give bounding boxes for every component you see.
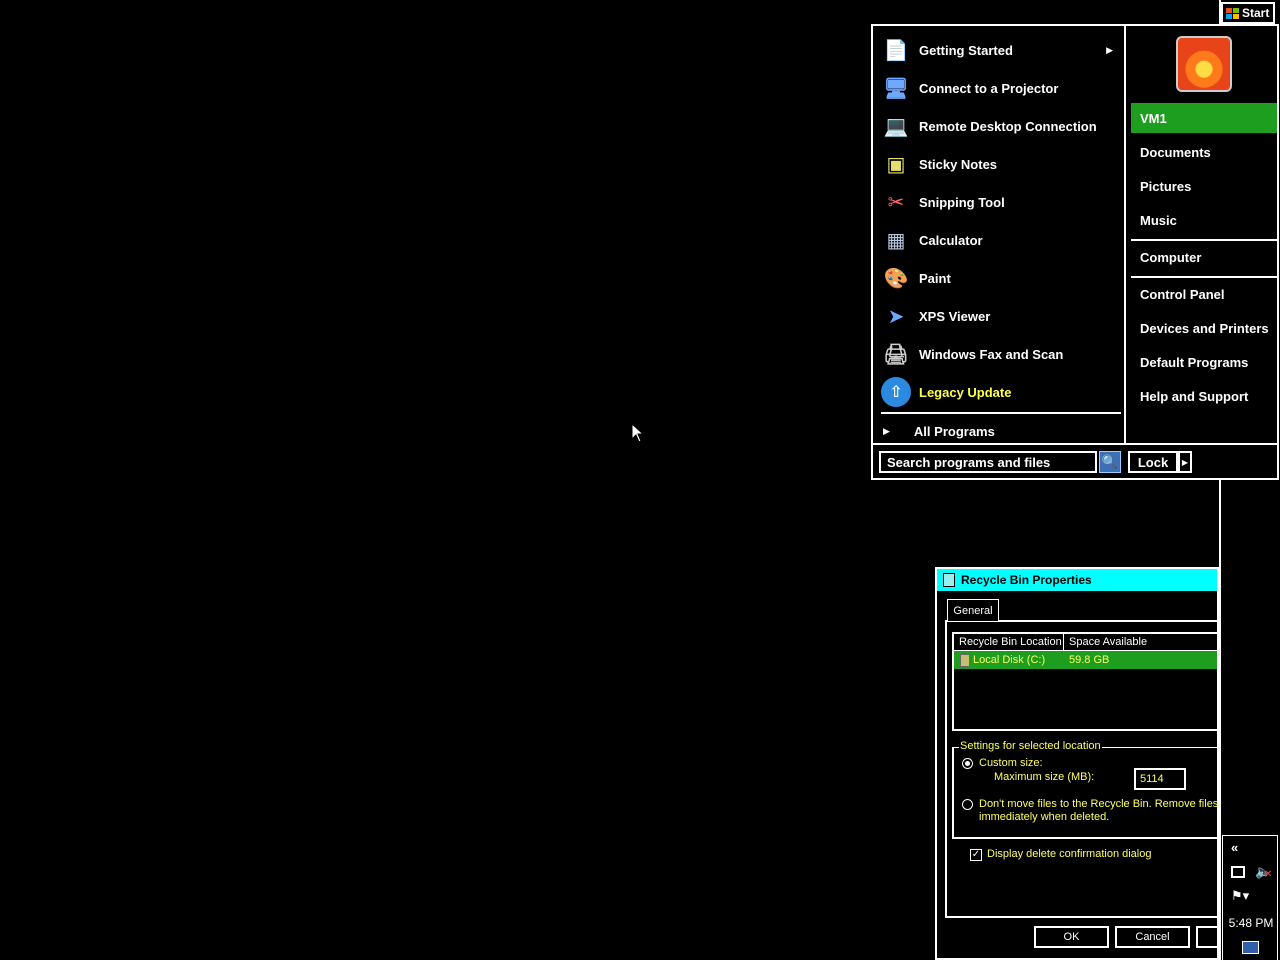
apply-button[interactable] (1196, 926, 1217, 948)
program-label: Windows Fax and Scan (919, 346, 1064, 362)
action-center-flag-icon[interactable]: ⚑▾ (1231, 888, 1249, 904)
submenu-arrow-icon: ▶ (1106, 44, 1113, 55)
clock[interactable]: 5:48 PM (1223, 916, 1279, 930)
confirm-delete-checkbox[interactable]: ✓ (970, 849, 982, 861)
show-hidden-icons-icon[interactable]: « (1231, 840, 1238, 855)
program-label: Calculator (919, 232, 983, 248)
calculator-icon: ▦ (886, 229, 906, 252)
program-label: XPS Viewer (919, 308, 991, 324)
program-getting-started[interactable]: 📄 Getting Started ▶ (881, 32, 1121, 68)
remote-desktop-icon: 💻 (883, 115, 909, 138)
program-sticky-notes[interactable]: ▣ Sticky Notes (881, 146, 1121, 182)
programs-pane: 📄 Getting Started ▶ 🖥 Connect to a Proje… (873, 26, 1126, 443)
location-label: Local Disk (C:) (973, 654, 1046, 666)
program-snipping-tool[interactable]: ✂ Snipping Tool (881, 184, 1121, 220)
volume-muted-icon[interactable]: 🔈 ✕ (1255, 864, 1272, 880)
separator (881, 412, 1121, 414)
dont-move-label-line2: immediately when deleted. (979, 811, 1110, 823)
paint-icon: 🎨 (883, 267, 909, 290)
program-remote-desktop[interactable]: 💻 Remote Desktop Connection (881, 108, 1121, 144)
drive-icon (960, 653, 970, 667)
max-size-input[interactable] (1134, 768, 1186, 790)
place-pictures[interactable]: Pictures (1131, 171, 1277, 201)
getting-started-icon: 📄 (883, 39, 909, 62)
list-header: Recycle Bin Location Space Available (954, 634, 1217, 651)
program-label: Getting Started (919, 42, 1013, 58)
max-size-label: Maximum size (MB): (994, 771, 1095, 783)
shutdown-options-arrow-icon[interactable]: ▶ (1178, 451, 1192, 473)
search-input[interactable] (879, 451, 1097, 473)
tab-general[interactable]: General (947, 599, 999, 621)
snipping-tool-icon: ✂ (887, 191, 905, 214)
place-help-support[interactable]: Help and Support (1131, 381, 1277, 411)
program-label: Connect to a Projector (919, 80, 1059, 96)
places-pane: VM1 Documents Pictures Music Computer Co… (1128, 26, 1279, 443)
user-avatar[interactable] (1176, 36, 1232, 92)
space-cell: 59.8 GB (1069, 654, 1110, 666)
separator (1131, 276, 1277, 278)
recycle-bin-location-list[interactable]: Recycle Bin Location Space Available Loc… (952, 632, 1217, 731)
mouse-pointer-icon (631, 423, 645, 443)
program-fax-scan[interactable]: 🖨 Windows Fax and Scan (881, 336, 1121, 372)
place-default-programs[interactable]: Default Programs (1131, 347, 1277, 377)
network-icon[interactable] (1231, 866, 1245, 878)
start-menu: 📄 Getting Started ▶ 🖥 Connect to a Proje… (871, 24, 1279, 480)
place-music[interactable]: Music (1131, 205, 1277, 235)
dont-move-radio[interactable] (962, 799, 973, 810)
program-calculator[interactable]: ▦ Calculator (881, 222, 1121, 258)
program-label: Paint (919, 270, 951, 286)
cancel-button[interactable]: Cancel (1115, 926, 1190, 948)
place-control-panel[interactable]: Control Panel (1131, 279, 1277, 309)
table-row[interactable]: Local Disk (C:) 59.8 GB (954, 651, 1217, 669)
recycle-bin-properties-dialog: Recycle Bin Properties General Recycle B… (935, 567, 1219, 960)
place-user-folder[interactable]: VM1 (1131, 103, 1277, 133)
custom-size-radio[interactable] (962, 758, 973, 769)
program-xps-viewer[interactable]: ➤ XPS Viewer (881, 298, 1121, 334)
legacy-update-icon: ⇧ (881, 377, 911, 407)
fax-scan-icon: 🖨 (883, 343, 909, 366)
all-programs-button[interactable]: ▶ All Programs (883, 421, 995, 441)
ok-button[interactable]: OK (1034, 926, 1109, 948)
program-label: Legacy Update (919, 384, 1012, 400)
location-cell: Local Disk (C:) (954, 653, 1063, 667)
xps-viewer-icon: ➤ (887, 305, 905, 328)
groupbox-title: Settings for selected location (959, 740, 1102, 752)
place-computer[interactable]: Computer (1131, 242, 1277, 272)
projector-icon: 🖥 (883, 77, 909, 100)
start-menu-bottom-bar: 🔍 Lock ▶ (873, 443, 1277, 478)
start-button-label: Start (1242, 6, 1270, 20)
program-label: Snipping Tool (919, 194, 1005, 210)
sticky-notes-icon: ▣ (886, 153, 906, 176)
program-legacy-update[interactable]: ⇧ Legacy Update (881, 374, 1121, 410)
recycle-bin-icon (943, 573, 955, 587)
dialog-title: Recycle Bin Properties (961, 573, 1092, 587)
search-icon[interactable]: 🔍 (1099, 451, 1121, 473)
all-programs-label: All Programs (913, 423, 995, 439)
confirm-delete-label: Display delete confirmation dialog (987, 848, 1152, 860)
program-label: Sticky Notes (919, 156, 998, 172)
separator (1131, 239, 1277, 241)
dialog-titlebar[interactable]: Recycle Bin Properties (937, 569, 1217, 591)
program-connect-projector[interactable]: 🖥 Connect to a Projector (881, 70, 1121, 106)
column-header-space[interactable]: Space Available (1064, 634, 1217, 650)
windows-logo-icon (1226, 7, 1239, 19)
place-devices-printers[interactable]: Devices and Printers (1131, 313, 1277, 343)
triangle-right-icon: ▶ (883, 425, 890, 436)
settings-groupbox: Settings for selected location Custom si… (952, 740, 1219, 839)
column-header-location[interactable]: Recycle Bin Location (954, 634, 1064, 650)
notification-area: « 🔈 ✕ ⚑▾ 5:48 PM (1222, 835, 1278, 960)
start-button[interactable]: Start (1221, 2, 1275, 24)
show-desktop-icon[interactable] (1242, 941, 1259, 954)
program-label: Remote Desktop Connection (919, 118, 1097, 134)
dont-move-label-line1: Don't move files to the Recycle Bin. Rem… (979, 798, 1219, 810)
program-paint[interactable]: 🎨 Paint (881, 260, 1121, 296)
lock-button[interactable]: Lock (1128, 451, 1178, 473)
place-documents[interactable]: Documents (1131, 137, 1277, 167)
custom-size-label: Custom size: (979, 757, 1043, 769)
